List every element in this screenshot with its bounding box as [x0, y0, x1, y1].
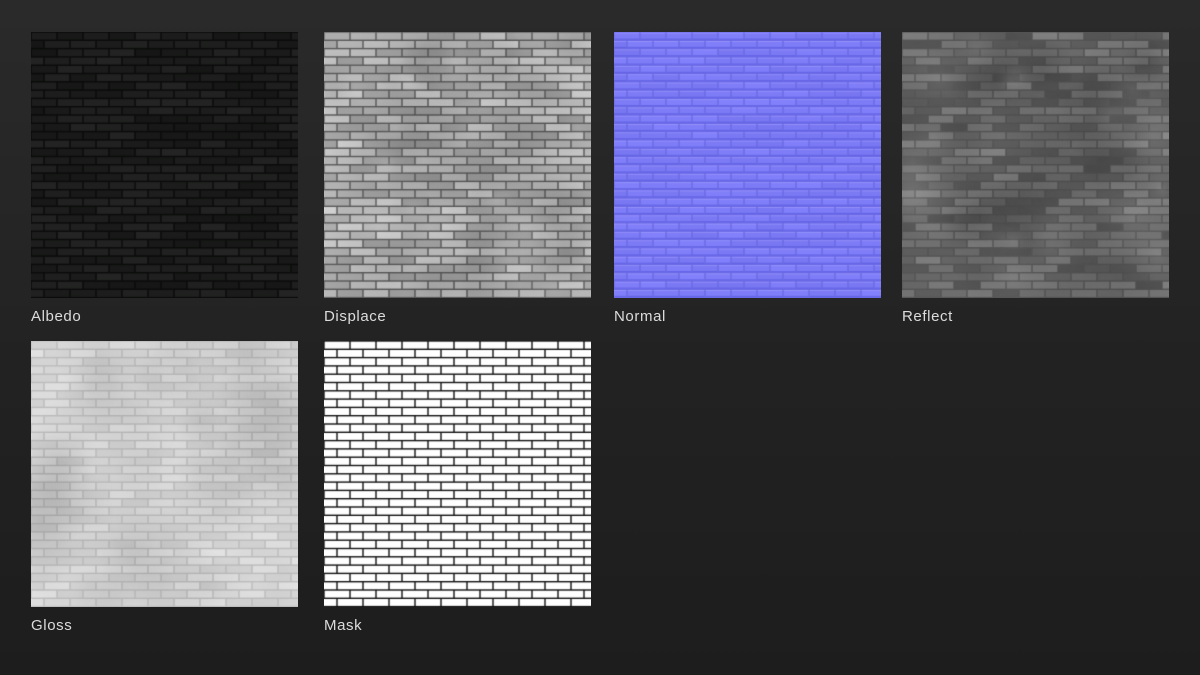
map-card-albedo[interactable]: Albedo — [31, 32, 298, 326]
texture-maps-sheet: Albedo Displace Normal Reflect Gloss Mas… — [0, 0, 1200, 675]
gloss-brick-canvas — [31, 341, 298, 607]
map-card-mask[interactable]: Mask — [324, 341, 591, 635]
mask-brick-canvas — [324, 341, 591, 607]
map-label-reflect: Reflect — [902, 308, 953, 325]
albedo-texture-preview[interactable] — [31, 32, 298, 298]
map-card-displace[interactable]: Displace — [324, 32, 591, 326]
map-label-displace: Displace — [324, 308, 387, 325]
map-card-gloss[interactable]: Gloss — [31, 341, 298, 635]
map-label-albedo: Albedo — [31, 308, 82, 325]
mask-texture-preview[interactable] — [324, 341, 591, 607]
albedo-brick-canvas — [31, 32, 298, 298]
gloss-texture-preview[interactable] — [31, 341, 298, 607]
normal-brick-canvas — [614, 32, 881, 298]
map-card-reflect[interactable]: Reflect — [902, 32, 1169, 326]
reflect-texture-preview[interactable] — [902, 32, 1169, 298]
map-label-gloss: Gloss — [31, 617, 73, 634]
map-label-mask: Mask — [324, 617, 363, 634]
map-card-normal[interactable]: Normal — [614, 32, 881, 326]
displace-brick-canvas — [324, 32, 591, 298]
normal-texture-preview[interactable] — [614, 32, 881, 298]
reflect-brick-canvas — [902, 32, 1169, 298]
map-label-normal: Normal — [614, 308, 666, 325]
displace-texture-preview[interactable] — [324, 32, 591, 298]
